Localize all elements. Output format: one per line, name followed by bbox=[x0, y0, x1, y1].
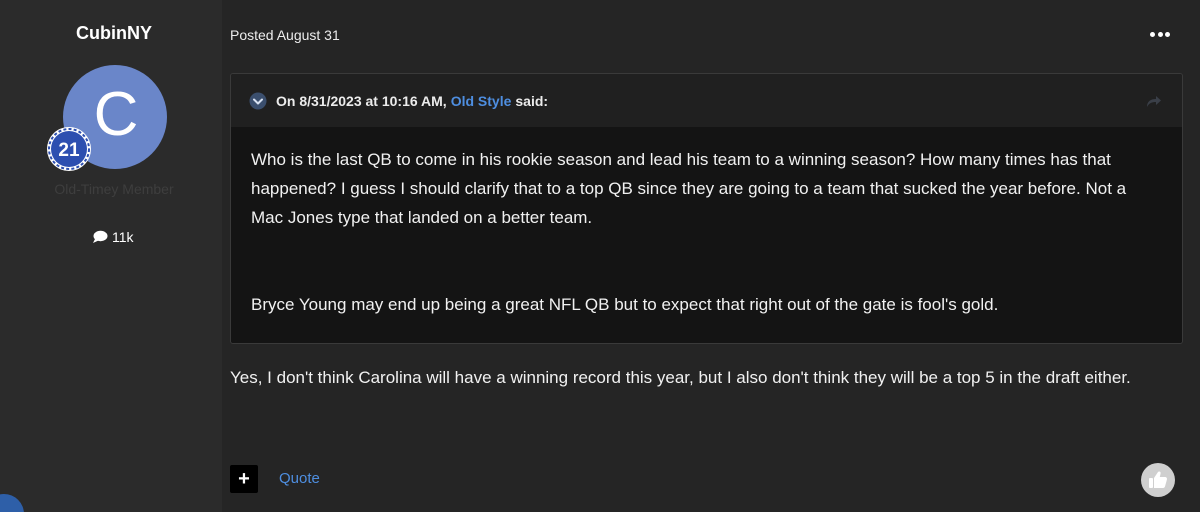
rank-badge-icon: 21 bbox=[46, 126, 92, 172]
author-column: CubinNY C 21 Old-Timey Member 11k bbox=[0, 0, 222, 512]
quote-button[interactable]: Quote bbox=[279, 470, 320, 487]
avatar-letter: C bbox=[93, 79, 139, 149]
quote-block: On 8/31/2023 at 10:16 AM, Old Style said… bbox=[230, 73, 1183, 344]
quote-body: Who is the last QB to come in his rookie… bbox=[231, 127, 1182, 343]
quote-header-prefix: On 8/31/2023 at 10:16 AM, bbox=[276, 92, 447, 109]
author-name[interactable]: CubinNY bbox=[0, 23, 228, 44]
multi-quote-button[interactable]: + bbox=[230, 465, 258, 493]
chevron-down-circle-icon[interactable] bbox=[249, 92, 267, 110]
quote-paragraph: Who is the last QB to come in his rookie… bbox=[251, 150, 1127, 227]
quoted-user-link[interactable]: Old Style bbox=[451, 93, 512, 109]
ellipsis-icon[interactable] bbox=[1150, 28, 1170, 40]
rank-badge-number: 21 bbox=[58, 140, 80, 161]
share-arrow-icon[interactable] bbox=[1144, 92, 1162, 110]
member-title: Old-Timey Member bbox=[54, 181, 174, 197]
quote-header: On 8/31/2023 at 10:16 AM, Old Style said… bbox=[231, 74, 1182, 127]
post-body: Yes, I don't think Carolina will have a … bbox=[230, 368, 1131, 387]
posted-date[interactable]: Posted August 31 bbox=[230, 27, 340, 43]
quote-paragraph: Bryce Young may end up being a great NFL… bbox=[251, 295, 999, 314]
quote-header-suffix: said: bbox=[515, 92, 549, 109]
forum-post: CubinNY C 21 Old-Timey Member 11k Posted bbox=[0, 0, 1200, 512]
speech-bubble-icon bbox=[93, 230, 108, 243]
post-count[interactable]: 11k bbox=[92, 229, 134, 245]
post-count-value: 11k bbox=[112, 229, 134, 245]
thumbs-up-icon[interactable] bbox=[1141, 463, 1175, 497]
